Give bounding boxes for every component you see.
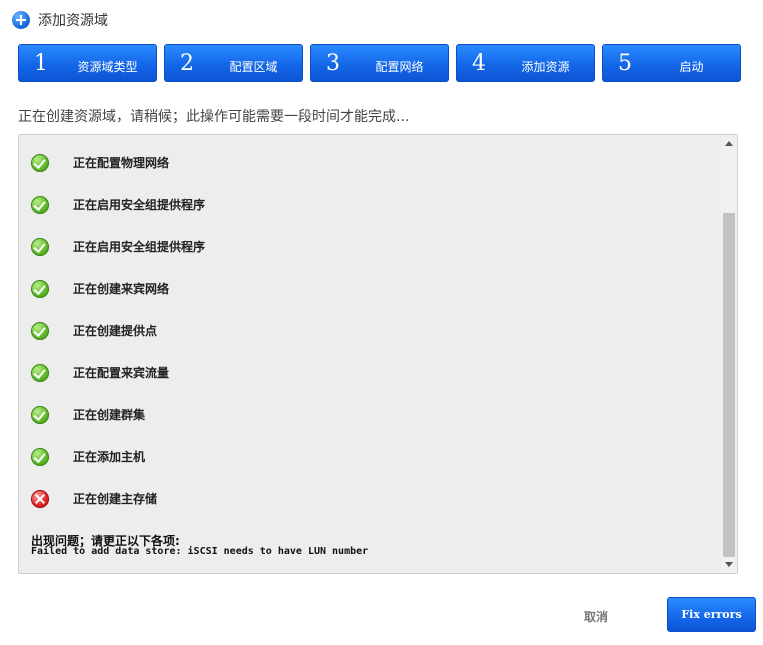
step-label: 配置网络 (375, 60, 424, 74)
step-1[interactable]: 1 资源域类型 (18, 44, 157, 82)
scrollbar-thumb[interactable] (723, 213, 735, 557)
step-4[interactable]: 4 添加资源 (456, 44, 595, 82)
progress-item-label: 正在创建提供点 (73, 324, 158, 338)
step-5[interactable]: 5 启动 (602, 44, 741, 82)
list-item: 正在创建群集 (31, 403, 205, 445)
step-label: 启动 (679, 60, 704, 74)
scroll-down-icon[interactable] (725, 562, 733, 567)
step-number: 4 (472, 50, 486, 76)
check-icon (31, 364, 49, 382)
check-icon (31, 406, 49, 424)
check-icon (31, 238, 49, 256)
error-icon (31, 490, 49, 508)
progress-item-label: 正在创建群集 (73, 408, 146, 422)
fix-errors-button[interactable]: Fix errors (667, 597, 756, 632)
progress-item-label: 正在配置物理网络 (73, 156, 170, 170)
error-detail: Failed to add data store: iSCSI needs to… (31, 546, 369, 557)
wizard-title: 添加资源域 (38, 13, 108, 29)
wizard-steps: 1 资源域类型 2 配置区域 3 配置网络 4 添加资源 5 启动 (18, 44, 741, 82)
progress-item-label: 正在添加主机 (73, 450, 146, 464)
check-icon (31, 154, 49, 172)
step-2[interactable]: 2 配置区域 (164, 44, 303, 82)
step-number: 2 (180, 50, 194, 76)
list-item: 正在创建提供点 (31, 319, 205, 361)
vertical-scrollbar[interactable] (721, 135, 737, 573)
check-icon (31, 448, 49, 466)
list-item: 正在添加主机 (31, 445, 205, 487)
step-number: 5 (618, 50, 632, 76)
progress-item-label: 正在启用安全组提供程序 (73, 240, 206, 254)
check-icon (31, 196, 49, 214)
step-label: 配置区域 (229, 60, 278, 74)
step-number: 3 (326, 50, 340, 76)
progress-item-label: 正在启用安全组提供程序 (73, 198, 206, 212)
step-3[interactable]: 3 配置网络 (310, 44, 449, 82)
list-item: 正在配置来宾流量 (31, 361, 205, 403)
check-icon (31, 322, 49, 340)
progress-panel: 正在配置物理网络 正在启用安全组提供程序 正在启用安全组提供程序 正在创建来宾网… (18, 134, 738, 574)
status-message: 正在创建资源域，请稍候；此操作可能需要一段时间才能完成... (18, 109, 410, 125)
step-label: 添加资源 (521, 60, 570, 74)
progress-item-label: 正在创建来宾网络 (73, 282, 170, 296)
progress-item-label: 正在配置来宾流量 (73, 366, 170, 380)
cancel-button[interactable]: 取消 (584, 608, 608, 625)
step-number: 1 (34, 50, 48, 76)
list-item: 正在创建主存储 (31, 487, 205, 529)
scroll-up-icon[interactable] (725, 141, 733, 146)
step-label: 资源域类型 (77, 60, 138, 74)
wizard-header: 添加资源域 (12, 9, 108, 31)
check-icon (31, 280, 49, 298)
list-item: 正在创建来宾网络 (31, 277, 205, 319)
progress-item-label: 正在创建主存储 (73, 492, 158, 506)
list-item: 正在启用安全组提供程序 (31, 235, 205, 277)
list-item: 正在配置物理网络 (31, 151, 205, 193)
add-circle-icon (12, 11, 30, 29)
progress-list: 正在配置物理网络 正在启用安全组提供程序 正在启用安全组提供程序 正在创建来宾网… (31, 151, 205, 529)
list-item: 正在启用安全组提供程序 (31, 193, 205, 235)
